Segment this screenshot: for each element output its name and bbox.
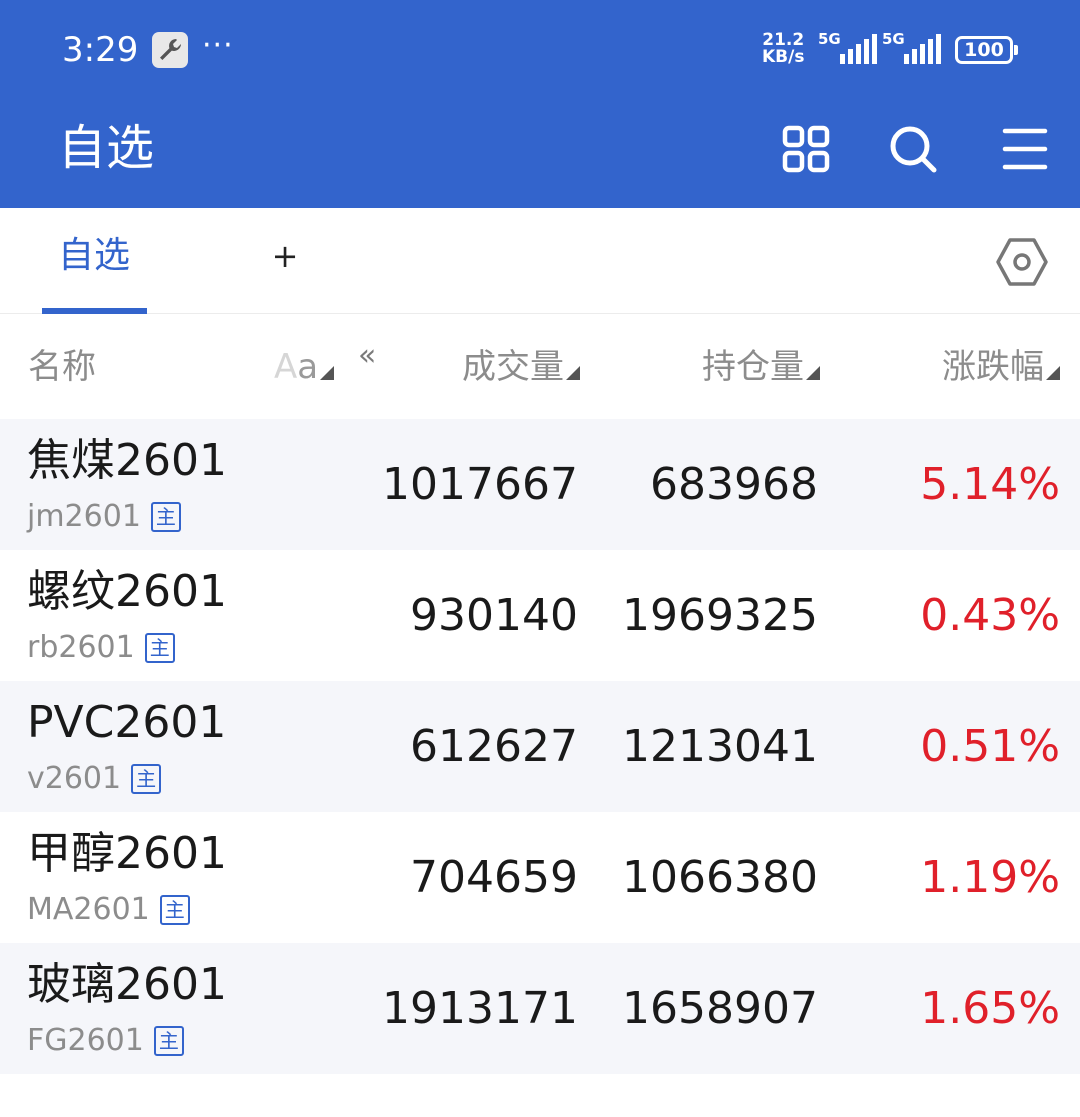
collapse-columns-icon[interactable]: « bbox=[358, 341, 376, 371]
tab-watchlist-label: 自选 bbox=[58, 235, 131, 276]
wrench-icon bbox=[152, 32, 188, 68]
table-row[interactable]: 玻璃2601 FG2601 主 1913171 1658907 1.65% bbox=[0, 943, 1080, 1074]
column-volume-label: 成交量 bbox=[462, 347, 564, 387]
table-row[interactable]: 螺纹2601 rb2601 主 930140 1969325 0.43% bbox=[0, 550, 1080, 681]
sort-triangle-icon bbox=[320, 366, 335, 380]
open-interest-value: 1658907 bbox=[622, 983, 818, 1034]
open-interest-value: 1066380 bbox=[622, 852, 818, 903]
open-interest-value: 1213041 bbox=[622, 721, 818, 772]
column-volume[interactable]: 成交量 bbox=[462, 345, 580, 389]
contract-code: FG2601 主 bbox=[27, 1021, 184, 1061]
change-value: 1.65% bbox=[920, 983, 1060, 1034]
sort-triangle-icon bbox=[806, 366, 820, 380]
search-icon[interactable] bbox=[888, 124, 938, 174]
column-open-interest-label: 持仓量 bbox=[702, 347, 804, 387]
contract-code-text: v2601 bbox=[27, 761, 122, 796]
status-more-dots: ··· bbox=[202, 28, 234, 63]
battery-icon: 100 bbox=[955, 36, 1018, 64]
open-interest-value: 683968 bbox=[650, 459, 818, 510]
change-value: 1.19% bbox=[920, 852, 1060, 903]
sort-triangle-icon bbox=[1046, 366, 1060, 380]
watchlist-rows: 焦煤2601 jm2601 主 1017667 683968 5.14% 螺纹26… bbox=[0, 419, 1080, 1074]
volume-value: 704659 bbox=[410, 852, 578, 903]
font-size-small-a: a bbox=[297, 347, 319, 387]
signal-sim1: 5G bbox=[818, 32, 880, 66]
contract-code: v2601 主 bbox=[27, 759, 162, 799]
signal-bars-icon bbox=[840, 34, 877, 64]
change-value: 0.51% bbox=[920, 721, 1060, 772]
contract-code: rb2601 主 bbox=[27, 628, 175, 668]
table-row[interactable]: 焦煤2601 jm2601 主 1017667 683968 5.14% bbox=[0, 419, 1080, 550]
contract-code-text: jm2601 bbox=[27, 499, 141, 534]
contract-name: PVC2601 bbox=[27, 697, 227, 748]
contract-code-text: rb2601 bbox=[27, 630, 135, 665]
volume-value: 612627 bbox=[410, 721, 578, 772]
table-row[interactable]: PVC2601 v2601 主 612627 1213041 0.51% bbox=[0, 681, 1080, 812]
settings-icon[interactable] bbox=[994, 234, 1050, 290]
main-contract-badge: 主 bbox=[153, 1026, 184, 1056]
change-value: 0.43% bbox=[920, 590, 1060, 641]
font-size-toggle[interactable]: Aa bbox=[274, 345, 335, 389]
column-name: 名称 bbox=[28, 347, 96, 387]
contract-name: 焦煤2601 bbox=[27, 435, 227, 486]
contract-name: 螺纹2601 bbox=[27, 566, 227, 617]
main-contract-badge: 主 bbox=[131, 764, 162, 794]
change-value: 5.14% bbox=[920, 459, 1060, 510]
sort-triangle-icon bbox=[566, 366, 580, 380]
signal-sim2: 5G bbox=[882, 32, 944, 66]
signal-bars-icon bbox=[904, 34, 941, 64]
open-interest-value: 1969325 bbox=[622, 590, 818, 641]
tab-active-indicator bbox=[42, 308, 147, 314]
table-row[interactable]: 甲醇2601 MA2601 主 704659 1066380 1.19% bbox=[0, 812, 1080, 943]
net-speed: 21.2 KB/s bbox=[762, 32, 804, 66]
volume-value: 1913171 bbox=[382, 983, 578, 1034]
contract-code: MA2601 主 bbox=[27, 890, 190, 930]
menu-icon[interactable] bbox=[1000, 124, 1050, 174]
status-time: 3:29 bbox=[62, 30, 139, 70]
contract-code-text: MA2601 bbox=[27, 892, 150, 927]
app-header: 3:29 ··· 21.2 KB/s 5G 5G 100 自选 bbox=[0, 0, 1080, 208]
watchlist-tab-bar: 自选 + bbox=[0, 208, 1080, 314]
column-open-interest[interactable]: 持仓量 bbox=[702, 345, 820, 389]
main-contract-badge: 主 bbox=[159, 895, 190, 925]
column-header: 名称 Aa « 成交量 持仓量 涨跌幅 bbox=[0, 315, 1080, 419]
tab-watchlist[interactable]: 自选 bbox=[42, 208, 147, 314]
contract-code-text: FG2601 bbox=[27, 1023, 144, 1058]
contract-code: jm2601 主 bbox=[27, 497, 181, 537]
grid-icon[interactable] bbox=[781, 124, 831, 174]
volume-value: 1017667 bbox=[382, 459, 578, 510]
contract-name: 玻璃2601 bbox=[27, 959, 227, 1010]
font-size-large-a: A bbox=[274, 347, 298, 387]
volume-value: 930140 bbox=[410, 590, 578, 641]
net-speed-unit: KB/s bbox=[762, 47, 805, 67]
add-tab-button[interactable]: + bbox=[268, 236, 302, 276]
column-change-label: 涨跌幅 bbox=[942, 347, 1044, 387]
main-contract-badge: 主 bbox=[144, 633, 175, 663]
page-title: 自选 bbox=[58, 120, 155, 176]
contract-name: 甲醇2601 bbox=[27, 828, 227, 879]
column-change[interactable]: 涨跌幅 bbox=[942, 345, 1060, 389]
main-contract-badge: 主 bbox=[150, 502, 181, 532]
